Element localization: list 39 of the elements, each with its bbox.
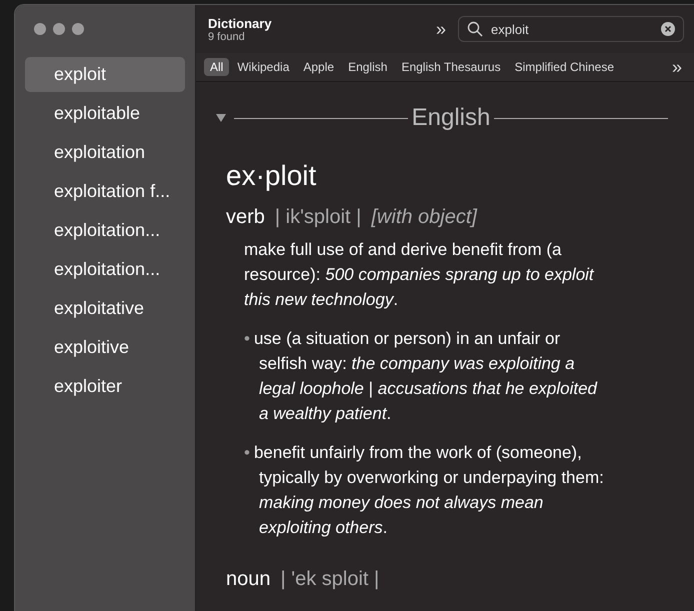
window-zoom-button[interactable] — [72, 23, 84, 35]
search-field[interactable]: exploit — [489, 20, 655, 38]
more-button[interactable]: » — [432, 18, 450, 40]
headword: ex·ploit — [226, 160, 318, 192]
grammar-note: [with object] — [371, 206, 477, 229]
part-of-speech: noun — [226, 568, 270, 591]
window-close-button[interactable] — [34, 23, 46, 35]
more-button[interactable]: » — [668, 56, 686, 78]
source-tab[interactable]: Apple — [297, 58, 340, 76]
definition-text: make full use of and derive benefit from (a resource): 500 companies sprang up to exploit this new technology. — [244, 239, 596, 311]
disclosure-icon[interactable] — [216, 114, 226, 122]
source-tab[interactable]: Wikipedia — [231, 58, 296, 76]
search-bar[interactable]: exploit — [458, 16, 684, 42]
pronunciation: | ik'sploit | — [274, 206, 362, 229]
source-tab[interactable]: All — [204, 58, 230, 76]
window-title: Dictionary — [208, 16, 273, 30]
source-tab[interactable]: Simplified Chinese — [508, 58, 620, 76]
sidebar-item[interactable]: exploitative — [25, 291, 185, 326]
sidebar-item[interactable]: exploitation f... — [25, 174, 185, 209]
sidebar-item[interactable]: exploiter — [25, 369, 185, 404]
window-minimize-button[interactable] — [53, 23, 65, 35]
sidebar-item[interactable]: exploitation... — [25, 213, 185, 248]
sidebar-item[interactable]: exploitable — [25, 96, 185, 131]
part-of-speech: verb — [226, 206, 265, 229]
bullet: • — [244, 328, 250, 350]
bullet: • — [244, 442, 250, 464]
source-tab[interactable]: English Thesaurus — [395, 58, 507, 76]
source-tab[interactable]: English — [342, 58, 394, 76]
definition-text: benefit unfairly from the work of (someone), typically by overworking or underpaying them: making money does not always mean exploiting others. — [254, 442, 605, 539]
sidebar-item[interactable]: exploit — [25, 57, 185, 92]
definition-text: use (a situation or person) in an unfair or selfish way: the company was exploiting a legal loophole | accusations that he exploited a wealthy patient. — [254, 328, 598, 425]
search-icon — [467, 21, 483, 37]
sidebar-item[interactable]: exploitation — [25, 135, 185, 170]
result-count: 9 found — [208, 30, 245, 42]
pronunciation: | 'ek sploit | — [280, 568, 380, 591]
sidebar-item[interactable]: exploitation... — [25, 252, 185, 287]
sidebar-item[interactable]: exploitive — [25, 330, 185, 365]
clear-icon[interactable] — [661, 22, 675, 36]
section-title: English — [410, 104, 492, 132]
